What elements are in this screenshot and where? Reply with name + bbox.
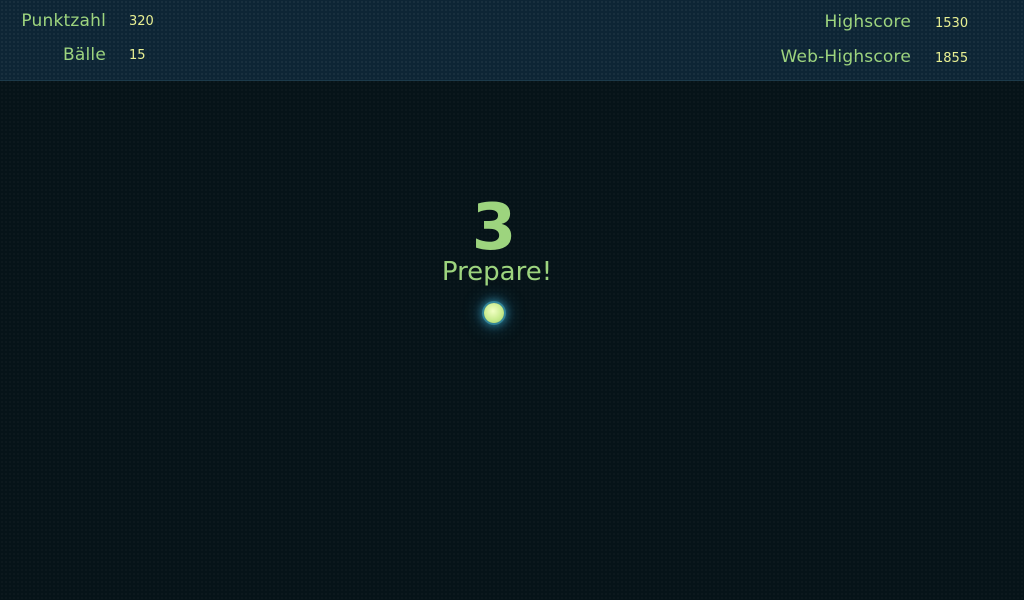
balls-label: Bälle (63, 45, 106, 65)
web-highscore-label: Web-Highscore (780, 47, 911, 67)
balls-value: 15 (129, 48, 146, 63)
highscore-label: Highscore (824, 12, 911, 32)
highscore-value: 1530 (935, 16, 969, 31)
score-value: 320 (129, 14, 154, 29)
ball-icon (484, 303, 504, 323)
prepare-message: Prepare! (441, 257, 553, 287)
countdown-number: 3 (471, 191, 517, 265)
web-highscore-value: 1855 (935, 51, 969, 66)
hud-bar: Punktzahl 320 Bälle 15 Highscore 1530 We… (0, 0, 1024, 81)
score-label: Punktzahl (21, 11, 106, 31)
